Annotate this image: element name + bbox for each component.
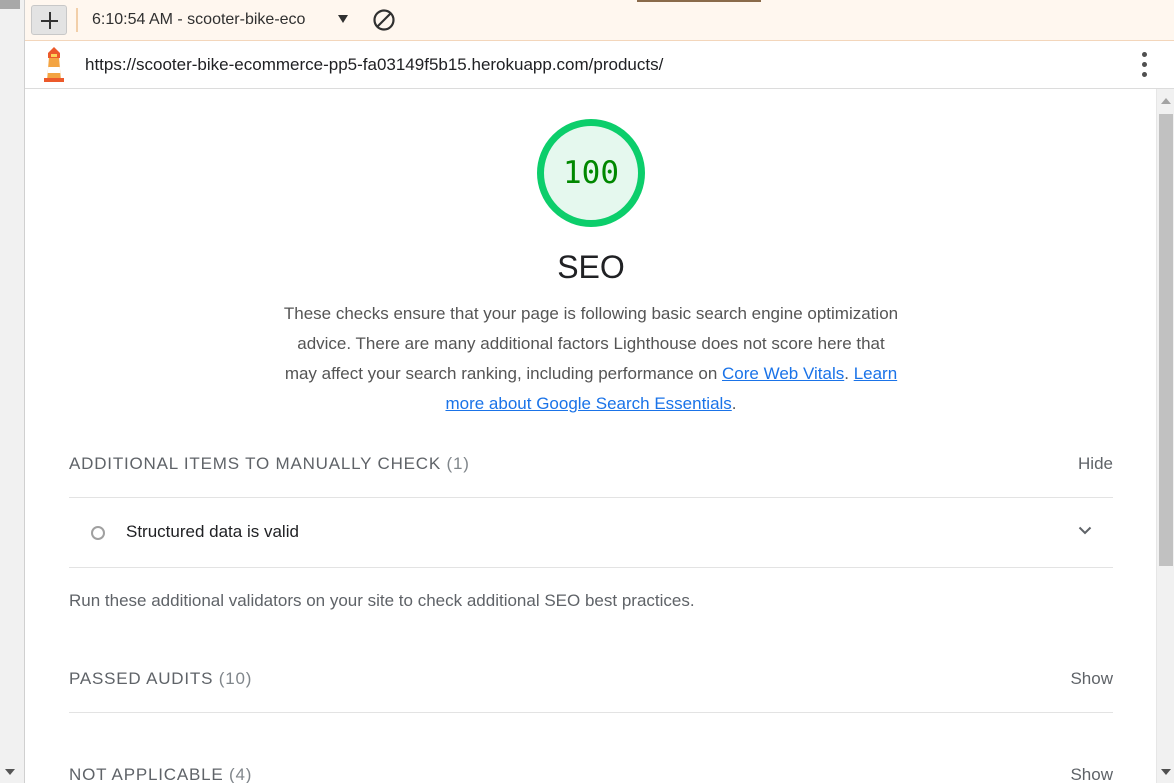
category-description: These checks ensure that your page is fo…	[281, 299, 901, 419]
report-content: 100 SEO These checks ensure that your pa…	[26, 89, 1156, 783]
divider	[69, 567, 1113, 568]
description-separator: .	[844, 364, 854, 383]
gutter-down-arrow-icon[interactable]	[5, 769, 15, 775]
gutter-handle[interactable]	[0, 0, 20, 9]
show-toggle[interactable]: Show	[1070, 669, 1113, 689]
scroll-up-icon[interactable]	[1161, 98, 1171, 104]
group-title: NOT APPLICABLE (4)	[69, 765, 253, 783]
chevron-down-icon[interactable]	[1078, 526, 1092, 535]
manual-audit-icon	[91, 526, 105, 540]
audit-title: Structured data is valid	[126, 522, 299, 541]
divider	[69, 712, 1113, 713]
core-web-vitals-link[interactable]: Core Web Vitals	[722, 364, 844, 383]
toolbar-separator	[76, 8, 78, 32]
report-selector-label[interactable]: 6:10:54 AM - scooter-bike-eco	[92, 11, 305, 29]
passed-audits-group-header[interactable]: PASSED AUDITS (10) Show	[69, 663, 1113, 693]
group-title: PASSED AUDITS (10)	[69, 669, 253, 688]
report-url: https://scooter-bike-ecommerce-pp5-fa031…	[85, 55, 664, 74]
category-title: SEO	[557, 249, 625, 285]
description-end: .	[731, 394, 737, 413]
block-icon[interactable]	[372, 8, 396, 32]
vertical-scrollbar[interactable]	[1156, 89, 1174, 783]
not-applicable-group-header[interactable]: NOT APPLICABLE (4) Show	[69, 759, 1113, 783]
kebab-menu-icon[interactable]	[1137, 52, 1151, 78]
score-gauge: 100	[537, 119, 645, 227]
scroll-thumb[interactable]	[1159, 114, 1173, 566]
score-value: 100	[563, 155, 619, 191]
scroll-down-icon[interactable]	[1161, 769, 1171, 775]
audit-structured-data[interactable]: Structured data is valid	[69, 498, 1113, 566]
report-toolbar: 6:10:54 AM - scooter-bike-eco	[25, 0, 1174, 41]
caret-down-icon[interactable]	[338, 15, 348, 23]
lighthouse-logo-icon	[44, 47, 64, 82]
hide-toggle[interactable]: Hide	[1078, 454, 1113, 474]
url-bar: https://scooter-bike-ecommerce-pp5-fa031…	[25, 41, 1174, 89]
group-title: ADDITIONAL ITEMS TO MANUALLY CHECK (1)	[69, 454, 470, 473]
manual-group-description: Run these additional validators on your …	[69, 591, 695, 610]
toolbar-accent	[637, 0, 761, 2]
show-toggle[interactable]: Show	[1070, 765, 1113, 783]
new-report-button[interactable]	[31, 5, 67, 35]
manual-checks-group-header[interactable]: ADDITIONAL ITEMS TO MANUALLY CHECK (1) H…	[69, 448, 1113, 478]
left-gutter	[0, 0, 25, 783]
